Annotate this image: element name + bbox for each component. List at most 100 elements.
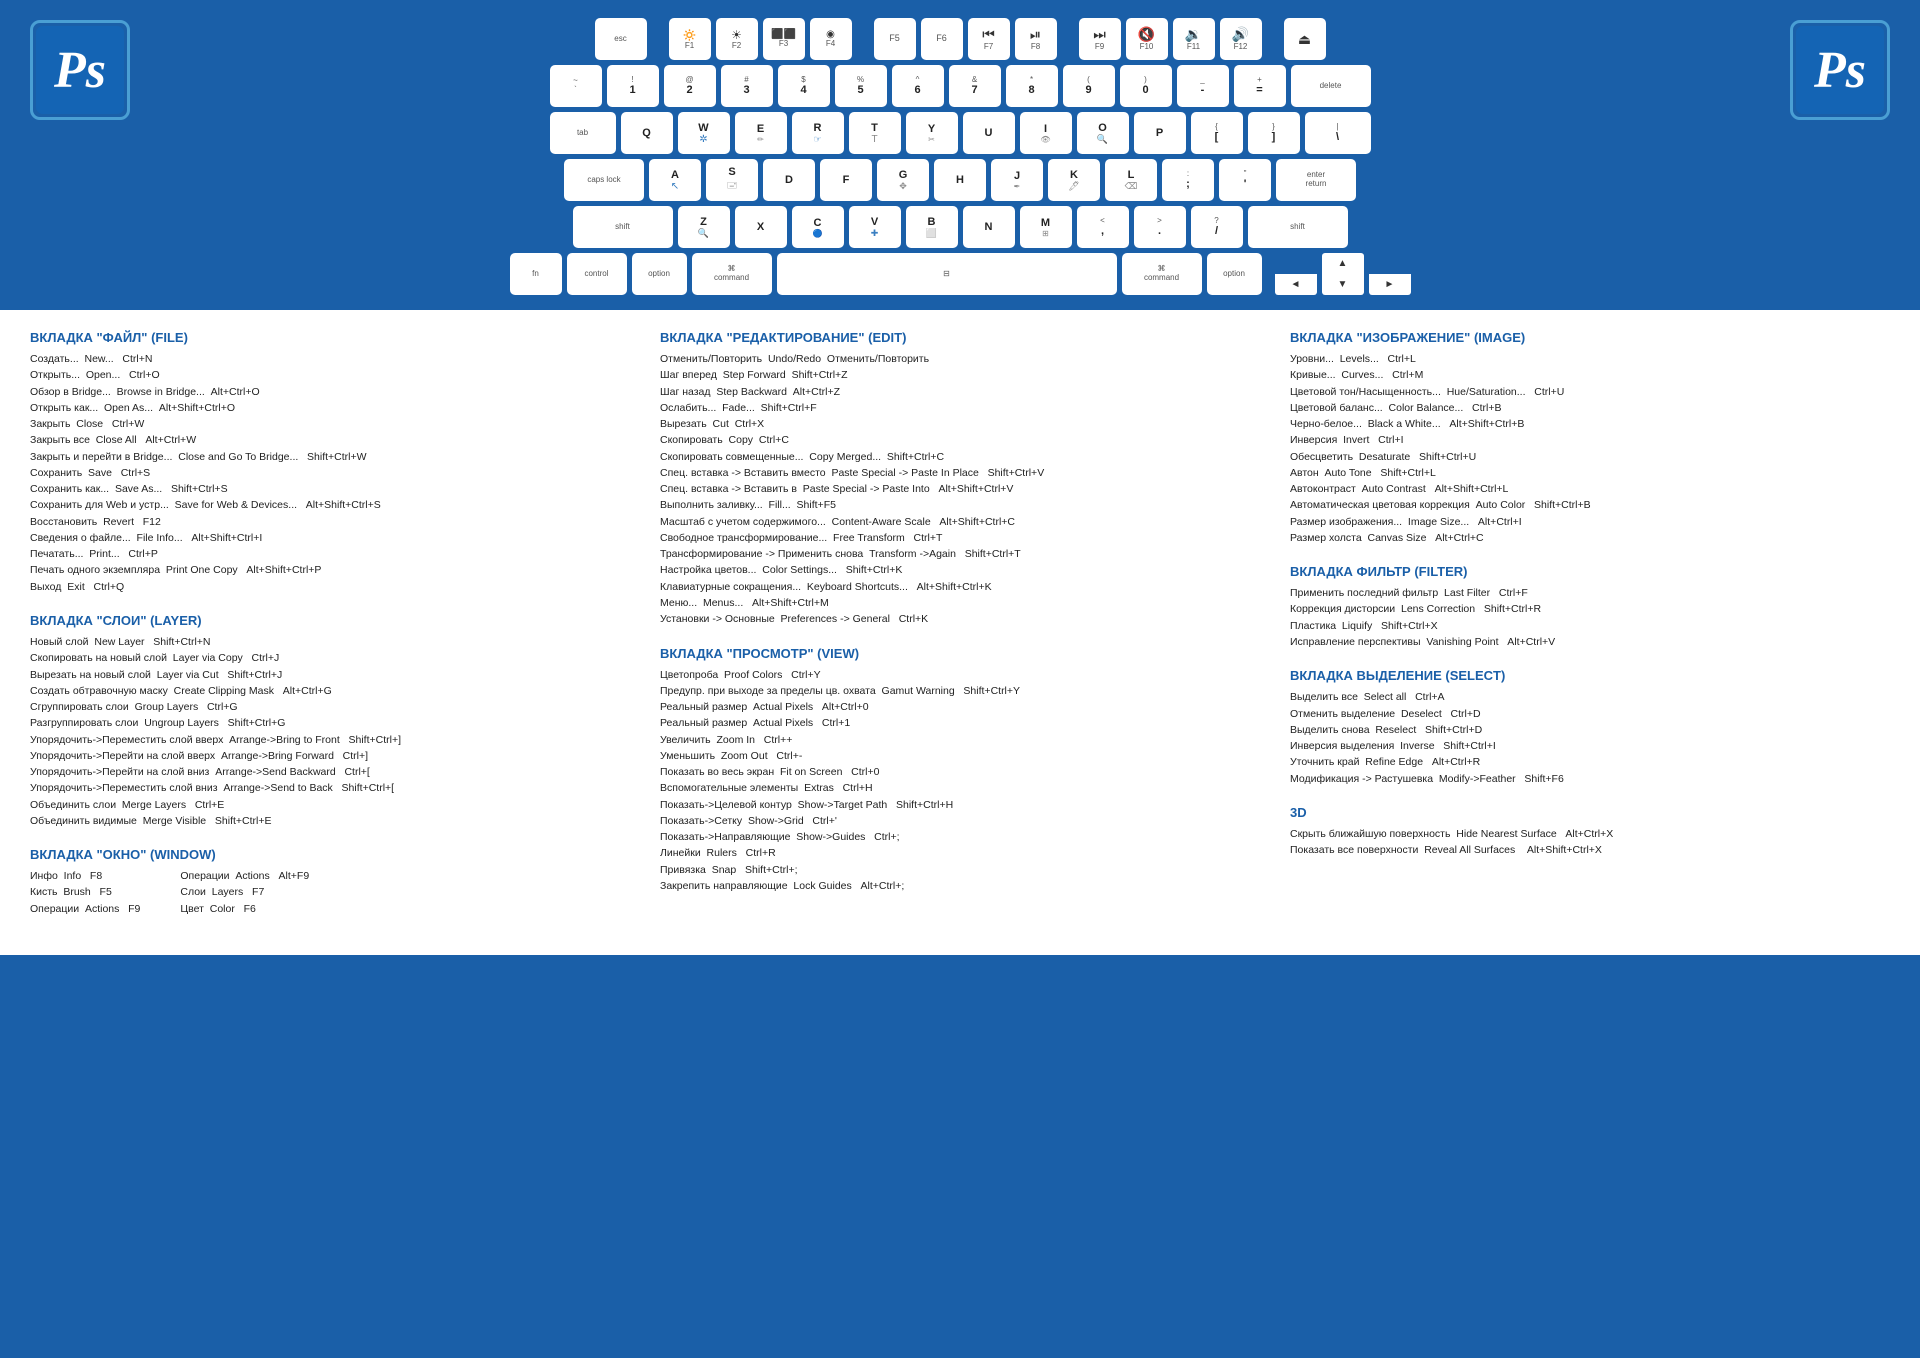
key-tilde[interactable]: ~ ` xyxy=(550,65,602,107)
window-title: ВКЛАДКА "ОКНО" (WINDOW) xyxy=(30,847,630,862)
file-title: ВКЛАДКА "ФАЙЛ" (FILE) xyxy=(30,330,630,345)
key-delete[interactable]: delete xyxy=(1291,65,1371,107)
file-item-13: Печатать... Print... Ctrl+P xyxy=(30,546,630,562)
key-s[interactable]: S 🖃 xyxy=(706,159,758,201)
key-bracket-r[interactable]: } ] xyxy=(1248,112,1300,154)
key-3[interactable]: # 3 xyxy=(721,65,773,107)
key-f2[interactable]: ☀ F2 xyxy=(716,18,758,60)
key-8[interactable]: * 8 xyxy=(1006,65,1058,107)
select-group: ВКЛАДКА ВЫДЕЛЕНИЕ (SELECT) Выделить все … xyxy=(1290,668,1890,787)
key-quote[interactable]: " ' xyxy=(1219,159,1271,201)
file-item-7: Закрыть и перейти в Bridge... Close and … xyxy=(30,449,630,465)
file-item-15: Выход Exit Ctrl+Q xyxy=(30,579,630,595)
key-9[interactable]: ( 9 xyxy=(1063,65,1115,107)
key-enter[interactable]: enter return xyxy=(1276,159,1356,201)
key-a[interactable]: A ↖ xyxy=(649,159,701,201)
key-y[interactable]: Y ✂ xyxy=(906,112,958,154)
numbers-row: ~ ` ! 1 @ 2 # 3 $ 4 % 5 xyxy=(170,65,1750,107)
column-3: ВКЛАДКА "ИЗОБРАЖЕНИЕ" (IMAGE) Уровни... … xyxy=(1290,330,1890,935)
key-i[interactable]: I 👁 xyxy=(1020,112,1072,154)
key-space[interactable]: ⊟ xyxy=(777,253,1117,295)
ps-logo-left: Ps xyxy=(30,20,130,120)
qwerty-row: tab Q W ✲ E ✏ R ☞ T T Y ✂ xyxy=(170,112,1750,154)
key-bracket-l[interactable]: { [ xyxy=(1191,112,1243,154)
key-u[interactable]: U xyxy=(963,112,1015,154)
key-tab[interactable]: tab xyxy=(550,112,616,154)
keyboard: esc 🔅 F1 ☀ F2 ⬛⬛ F3 ◉ F4 F5 xyxy=(170,18,1750,295)
key-shift-left[interactable]: shift xyxy=(573,206,673,248)
key-d[interactable]: D xyxy=(763,159,815,201)
key-n[interactable]: N xyxy=(963,206,1015,248)
key-f[interactable]: F xyxy=(820,159,872,201)
key-arrow-up[interactable]: ▲ xyxy=(1322,253,1364,274)
file-item-2: Открыть... Open... Ctrl+O xyxy=(30,367,630,383)
key-l[interactable]: L ⌫ xyxy=(1105,159,1157,201)
key-7[interactable]: & 7 xyxy=(949,65,1001,107)
key-f12[interactable]: 🔊 F12 xyxy=(1220,18,1262,60)
key-f6[interactable]: F6 xyxy=(921,18,963,60)
shortcuts-section: ВКЛАДКА "ФАЙЛ" (FILE) Создать... New... … xyxy=(0,310,1920,955)
window-group: ВКЛАДКА "ОКНО" (WINDOW) Инфо Info F8 Кис… xyxy=(30,847,630,917)
key-v[interactable]: V ✚ xyxy=(849,206,901,248)
key-1[interactable]: ! 1 xyxy=(607,65,659,107)
key-b[interactable]: B ⬜ xyxy=(906,206,958,248)
key-f7[interactable]: ⏮ F7 xyxy=(968,18,1010,60)
key-eject[interactable]: ⏏ xyxy=(1284,18,1326,60)
key-f9[interactable]: ⏭ F9 xyxy=(1079,18,1121,60)
key-c[interactable]: C 🔵 xyxy=(792,206,844,248)
key-control[interactable]: control xyxy=(567,253,627,295)
file-item-11: Восстановить Revert F12 xyxy=(30,514,630,530)
key-5[interactable]: % 5 xyxy=(835,65,887,107)
key-arrow-left[interactable]: ◄ xyxy=(1275,274,1317,295)
key-f4[interactable]: ◉ F4 xyxy=(810,18,852,60)
key-x[interactable]: X xyxy=(735,206,787,248)
key-2[interactable]: @ 2 xyxy=(664,65,716,107)
key-p[interactable]: P xyxy=(1134,112,1186,154)
key-0[interactable]: ) 0 xyxy=(1120,65,1172,107)
key-h[interactable]: H xyxy=(934,159,986,201)
key-f11[interactable]: 🔉 F11 xyxy=(1173,18,1215,60)
key-4[interactable]: $ 4 xyxy=(778,65,830,107)
key-z[interactable]: Z 🔍 xyxy=(678,206,730,248)
key-e[interactable]: E ✏ xyxy=(735,112,787,154)
key-comma[interactable]: < , xyxy=(1077,206,1129,248)
key-r[interactable]: R ☞ xyxy=(792,112,844,154)
key-g[interactable]: G ✥ xyxy=(877,159,929,201)
key-6[interactable]: ^ 6 xyxy=(892,65,944,107)
view-group: ВКЛАДКА "ПРОСМОТР" (VIEW) Цветопроба Pro… xyxy=(660,646,1260,895)
key-w[interactable]: W ✲ xyxy=(678,112,730,154)
key-minus[interactable]: _ - xyxy=(1177,65,1229,107)
key-option-right[interactable]: option xyxy=(1207,253,1262,295)
key-capslock[interactable]: caps lock xyxy=(564,159,644,201)
key-f10[interactable]: 🔇 F10 xyxy=(1126,18,1168,60)
key-option-left[interactable]: option xyxy=(632,253,687,295)
key-arrow-right[interactable]: ► xyxy=(1369,274,1411,295)
key-m[interactable]: M ⊞ xyxy=(1020,206,1072,248)
key-shift-right[interactable]: shift xyxy=(1248,206,1348,248)
layer-group: ВКЛАДКА "СЛОИ" (LAYER) Новый слой New La… xyxy=(30,613,630,829)
key-period[interactable]: > . xyxy=(1134,206,1186,248)
key-esc[interactable]: esc xyxy=(595,18,647,60)
key-command-right[interactable]: ⌘ command xyxy=(1122,253,1202,295)
key-f1[interactable]: 🔅 F1 xyxy=(669,18,711,60)
key-f3[interactable]: ⬛⬛ F3 xyxy=(763,18,805,60)
key-j[interactable]: J ✒ xyxy=(991,159,1043,201)
key-arrow-down[interactable]: ▼ xyxy=(1322,274,1364,295)
file-item-8: Сохранить Save Ctrl+S xyxy=(30,465,630,481)
key-backslash[interactable]: | \ xyxy=(1305,112,1371,154)
key-fn[interactable]: fn xyxy=(510,253,562,295)
select-title: ВКЛАДКА ВЫДЕЛЕНИЕ (SELECT) xyxy=(1290,668,1890,683)
key-k[interactable]: K 🖊 xyxy=(1048,159,1100,201)
key-slash[interactable]: ? / xyxy=(1191,206,1243,248)
key-command-left[interactable]: ⌘ command xyxy=(692,253,772,295)
key-t[interactable]: T T xyxy=(849,112,901,154)
filter-group: ВКЛАДКА ФИЛЬТР (FILTER) Применить послед… xyxy=(1290,564,1890,650)
key-o[interactable]: O 🔍 xyxy=(1077,112,1129,154)
file-item-1: Создать... New... Ctrl+N xyxy=(30,351,630,367)
key-q[interactable]: Q xyxy=(621,112,673,154)
key-semicolon[interactable]: : ; xyxy=(1162,159,1214,201)
file-item-3: Обзор в Bridge... Browse in Bridge... Al… xyxy=(30,384,630,400)
key-f5[interactable]: F5 xyxy=(874,18,916,60)
key-equals[interactable]: + = xyxy=(1234,65,1286,107)
key-f8[interactable]: ⏯ F8 xyxy=(1015,18,1057,60)
